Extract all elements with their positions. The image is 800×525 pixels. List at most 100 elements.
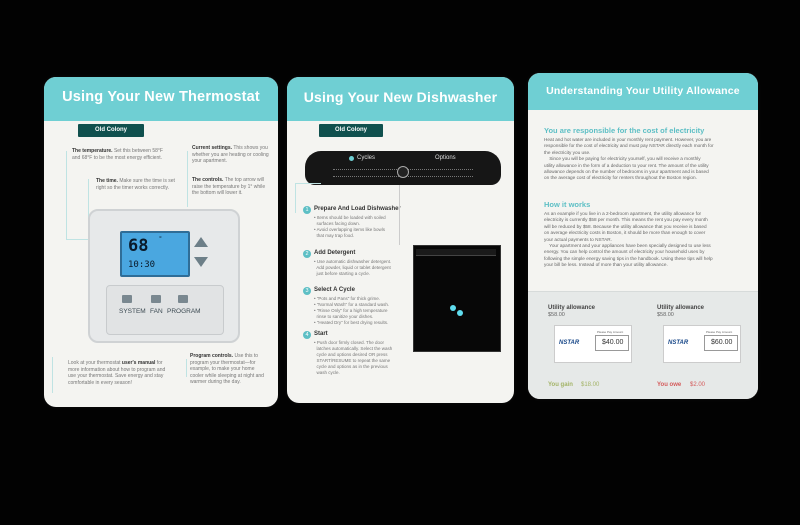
raise-temperature-button[interactable] [194, 237, 208, 247]
system-button[interactable] [122, 295, 132, 303]
temperature-note: The temperature. Set this between 58°F a… [72, 148, 172, 161]
settings-note: Current settings. This shows you whether… [192, 145, 272, 165]
callout-line [66, 151, 67, 239]
thermostat-screen: 68 ° 10:30 [120, 231, 190, 277]
start-button[interactable] [397, 166, 409, 178]
step-title-1: Prepare And Load Dishwasher [314, 206, 401, 212]
program-note: Program controls. Use this to program yo… [190, 353, 268, 386]
nstar-logo: NSTAR [559, 340, 580, 346]
section1-body: Heat and hot water are included in your … [544, 137, 714, 182]
options-label: Options [435, 155, 456, 161]
thermostat-tag: Old Colony [78, 124, 144, 137]
callout-line [295, 183, 296, 213]
allowance-amount: $58.00 [548, 312, 565, 318]
result-amount: $2.00 [690, 382, 706, 388]
allowance-label: Utility allowance [548, 305, 596, 311]
step-4: 4 Start • Push door firmly closed. The d… [303, 331, 403, 381]
bill-label: Please Pay Amount [706, 330, 733, 334]
bill-amount: $60.00 [711, 339, 733, 346]
utility-title: Understanding Your Utility Allowance [546, 85, 740, 97]
callout-line [186, 359, 187, 377]
fan-label: FAN [150, 308, 163, 315]
step-number-2: 2 [303, 250, 311, 258]
step-text-3: • "Pots and Pans" for thick grime. • "Nor… [314, 296, 389, 326]
dishwasher-title: Using Your New Dishwasher [303, 89, 498, 105]
allowance-label: Utility allowance [657, 305, 705, 311]
step-2: 2 Add Detergent • Use automatic dishwash… [303, 250, 403, 287]
callout-line [295, 183, 321, 184]
system-label: SYSTEM [119, 308, 146, 315]
thermostat-card: Using Your New Thermostat Old Colony The… [44, 77, 278, 407]
control-panel: SYSTEM FAN PROGRAM [106, 285, 224, 335]
electric-bill: NSTAR Please Pay Amount $40.00 [554, 325, 632, 363]
step-number-3: 3 [303, 287, 311, 295]
body-line: your bill be less. Instead of more than … [544, 262, 668, 268]
step-text-4: • Push door firmly closed. The door latc… [314, 340, 392, 376]
display-temperature: 68 [128, 236, 149, 256]
dishwasher-front [413, 245, 501, 352]
temperature-heading: The temperature. [72, 148, 113, 154]
callout-line [52, 357, 53, 393]
allowance-examples: Utility allowance $58.00 NSTAR Please Pa… [528, 291, 758, 399]
section2-heading: How it works [544, 200, 591, 209]
allowance-amount: $58.00 [657, 312, 674, 318]
display-time: 10:30 [128, 260, 156, 270]
section1-heading: You are responsible for the cost of elec… [544, 126, 705, 135]
step-text-2: • Use automatic dishwasher detergent. Ad… [314, 259, 391, 277]
step-line: just before starting a cycle. [314, 271, 371, 276]
step-title-3: Select A Cycle [314, 287, 355, 293]
callout-line [66, 239, 90, 240]
electric-bill: NSTAR Please Pay Amount $60.00 [663, 325, 741, 363]
dishwasher-steps: 1 Prepare And Load Dishwasher • Items sh… [303, 206, 403, 381]
dishwasher-title-band: Using Your New Dishwasher [287, 77, 514, 121]
dishwasher-control-panel: Cycles Options [305, 151, 501, 185]
result-label: You owe [657, 382, 682, 388]
section2-body: As an example if you live in a 2-bedroom… [544, 211, 713, 269]
step-3: 3 Select A Cycle • "Pots and Pans" for t… [303, 287, 403, 331]
lower-temperature-button[interactable] [194, 257, 208, 267]
dishwasher-card: Using Your New Dishwasher Old Colony Cyc… [287, 77, 514, 403]
thermostat-title-band: Using Your New Thermostat [44, 77, 278, 121]
status-light-icon [457, 310, 463, 316]
manual-text-a: Look at your thermostat [68, 360, 122, 366]
body-line: responsible for the cost of electricity … [544, 143, 714, 149]
dishwasher-tag: Old Colony [319, 124, 383, 137]
step-text-1: • Items should be loaded with soiled sur… [314, 215, 386, 239]
example-owe: Utility allowance $58.00 NSTAR Please Pa… [657, 305, 747, 395]
nstar-logo: NSTAR [668, 340, 689, 346]
callout-line [187, 151, 188, 207]
step-number-4: 4 [303, 331, 311, 339]
fan-button[interactable] [151, 295, 161, 303]
bill-label: Please Pay Amount [597, 330, 624, 334]
cycles-indicator-icon [349, 156, 354, 161]
example-gain: Utility allowance $58.00 NSTAR Please Pa… [548, 305, 638, 395]
controls-note: The controls. The top arrow will raise t… [192, 177, 272, 197]
controls-heading: The controls. [192, 177, 224, 183]
callout-line [399, 185, 400, 245]
program-label: PROGRAM [167, 308, 201, 315]
body-line: on average electricity costs in Boston, … [544, 230, 706, 236]
manual-bold: user's manual [121, 360, 156, 366]
dishwasher-top-strip [416, 249, 496, 256]
time-note: The time. Make sure the time is set righ… [96, 178, 176, 191]
step-1: 1 Prepare And Load Dishwasher • Items sh… [303, 206, 403, 250]
bill-amount-box: $40.00 [595, 335, 629, 351]
result-amount: $18.00 [581, 382, 600, 388]
step-title-2: Add Detergent [314, 250, 356, 256]
cycles-label: Cycles [357, 155, 376, 161]
body-line: on the average cost of electricity for r… [544, 175, 697, 181]
bill-amount: $40.00 [602, 339, 624, 346]
step-number-1: 1 [303, 206, 311, 214]
thermostat-title: Using Your New Thermostat [62, 89, 260, 105]
bill-amount-box: $60.00 [704, 335, 738, 351]
body-line: electricity is currently $58 per month. … [544, 217, 708, 223]
body-line: Since you will be paying for electricity… [544, 156, 701, 162]
utility-title-band: Understanding Your Utility Allowance [528, 73, 758, 110]
body-line: energy. You can help control the amount … [544, 249, 705, 255]
time-heading: The time. [96, 178, 118, 184]
program-heading: Program controls. [190, 353, 234, 359]
step-line: that may trap food. [314, 233, 355, 238]
step-line: • "Heated Dry" for best drying results. [314, 320, 389, 325]
step-title-4: Start [314, 331, 328, 337]
program-button[interactable] [178, 295, 188, 303]
